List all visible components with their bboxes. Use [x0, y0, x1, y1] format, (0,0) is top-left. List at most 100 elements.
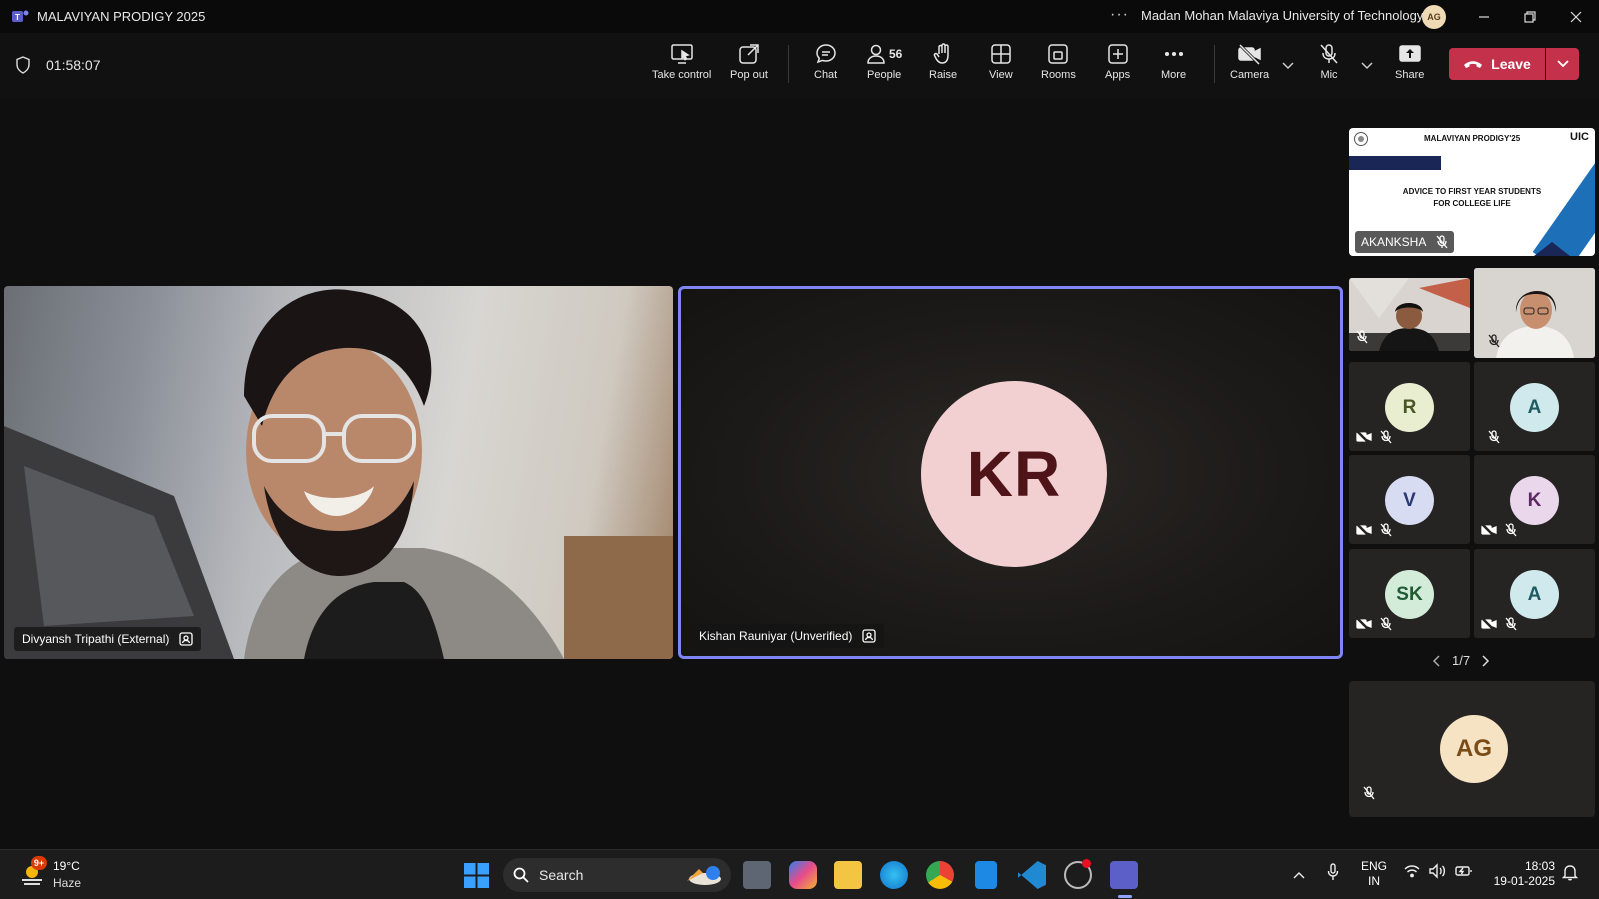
participant-name-tag: Divyansh Tripathi (External) — [14, 627, 202, 651]
take-control-icon — [670, 44, 693, 64]
mic-off-icon — [1380, 617, 1392, 631]
teams-logo-icon: T — [12, 10, 29, 22]
camera-button[interactable]: Camera — [1230, 43, 1269, 91]
camera-off-icon — [1356, 430, 1372, 444]
windows-start-icon[interactable] — [464, 863, 489, 888]
taskbar-search[interactable]: Search — [503, 858, 731, 892]
file-explorer-icon[interactable] — [834, 861, 862, 889]
participant-avatar: A — [1510, 383, 1559, 432]
shared-content-tile[interactable]: MALAVIYAN PRODIGY'25 UIC ADVICE TO FIRST… — [1349, 128, 1595, 256]
participant-tile-a[interactable]: A — [1474, 362, 1595, 451]
people-icon — [867, 44, 885, 64]
shield-icon[interactable] — [15, 56, 31, 74]
minimize-button[interactable] — [1466, 4, 1502, 30]
copilot-icon[interactable] — [789, 861, 817, 889]
take-control-button[interactable]: Take control — [652, 43, 711, 91]
people-count: 56 — [889, 47, 903, 61]
camera-off-icon — [1237, 43, 1261, 65]
mic-off-icon — [1356, 330, 1368, 344]
leave-options-button[interactable] — [1546, 48, 1579, 80]
more-button[interactable]: More — [1161, 43, 1186, 91]
mic-off-icon — [1320, 44, 1338, 64]
share-button[interactable]: Share — [1395, 43, 1424, 91]
toolbar-divider — [1214, 45, 1215, 83]
video-tile-divyansh[interactable]: Divyansh Tripathi (External) — [4, 286, 673, 659]
video-tile-participant[interactable] — [1349, 278, 1470, 351]
volume-tray-icon[interactable] — [1428, 863, 1446, 884]
notifications-button[interactable] — [1561, 863, 1579, 886]
slide-heading-line: ADVICE TO FIRST YEAR STUDENTS — [1402, 187, 1542, 196]
camera-off-icon — [1481, 523, 1497, 537]
weather-temperature: 19°C — [53, 859, 80, 873]
tile-status-icons — [1356, 617, 1392, 631]
slide-banner — [1349, 156, 1441, 170]
active-app-indicator — [1118, 895, 1132, 898]
camera-label: Camera — [1230, 69, 1270, 81]
teams-taskbar-icon[interactable] — [1110, 861, 1138, 889]
notification-bell-icon — [1561, 865, 1579, 881]
share-label: Share — [1395, 69, 1425, 81]
page-indicator: 1/7 — [1452, 653, 1471, 668]
weather-condition: Haze — [53, 876, 82, 890]
apps-button[interactable]: Apps — [1105, 43, 1130, 91]
camera-options-button[interactable] — [1282, 57, 1294, 75]
pop-out-button[interactable]: Pop out — [730, 43, 768, 91]
camera-off-icon — [1481, 617, 1497, 631]
notepad-icon[interactable] — [975, 861, 997, 889]
participant-tile-r[interactable]: R — [1349, 362, 1470, 451]
self-preview-tile[interactable]: AG — [1349, 681, 1595, 817]
rooms-label: Rooms — [1041, 69, 1076, 81]
mic-options-button[interactable] — [1361, 57, 1373, 75]
participant-name: Kishan Rauniyar (Unverified) — [699, 629, 853, 643]
system-clock[interactable]: 18:03 19-01-2025 — [1489, 859, 1555, 889]
vscode-icon[interactable] — [1018, 861, 1046, 889]
participant-tile-a2[interactable]: A — [1474, 549, 1595, 638]
show-hidden-icons-button[interactable] — [1293, 866, 1305, 884]
close-icon — [1570, 11, 1582, 23]
edge-browser-icon[interactable] — [880, 861, 908, 889]
task-view-icon[interactable] — [743, 861, 771, 889]
wifi-icon — [1404, 865, 1420, 878]
search-highlight-icon — [687, 866, 721, 885]
participant-tile-v[interactable]: V — [1349, 455, 1470, 544]
participant-name: Divyansh Tripathi (External) — [22, 632, 170, 646]
leave-button[interactable]: Leave — [1449, 48, 1545, 80]
meeting-title: MALAVIYAN PRODIGY 2025 — [37, 9, 206, 24]
windows-taskbar: 9+ 19°C Haze Search ENG IN 18:03 19-01-2… — [0, 849, 1599, 899]
self-mic-status — [1363, 786, 1375, 805]
organization-name: Madan Mohan Malaviya University of Techn… — [1141, 8, 1424, 23]
chat-button[interactable]: Chat — [814, 43, 837, 91]
people-button[interactable]: 56 People — [866, 43, 902, 91]
chevron-left-icon[interactable] — [1432, 654, 1440, 667]
view-label: View — [989, 69, 1013, 81]
notification-badge: 9+ — [31, 856, 47, 870]
video-tile-participant[interactable] — [1474, 268, 1595, 358]
mic-button[interactable]: Mic — [1318, 43, 1340, 91]
account-avatar[interactable]: AG — [1422, 5, 1446, 29]
restore-button[interactable] — [1512, 4, 1548, 30]
view-button[interactable]: View — [989, 43, 1013, 91]
university-logo-icon — [1354, 132, 1368, 146]
clock-time: 18:03 — [1524, 859, 1555, 873]
more-options-icon[interactable]: ··· — [1110, 6, 1129, 24]
view-grid-icon — [991, 44, 1011, 64]
chat-label: Chat — [814, 69, 838, 81]
language-code: ENG — [1361, 859, 1388, 873]
raise-hand-button[interactable]: Raise — [929, 43, 957, 91]
participant-tile-k[interactable]: K — [1474, 455, 1595, 544]
video-tile-kishan[interactable]: KR Kishan Rauniyar (Unverified) — [678, 286, 1343, 659]
battery-tray-icon[interactable] — [1455, 863, 1473, 884]
more-label: More — [1161, 69, 1187, 81]
participant-tile-sk[interactable]: SK — [1349, 549, 1470, 638]
close-button[interactable] — [1558, 4, 1594, 30]
microphone-tray-icon[interactable] — [1327, 863, 1339, 886]
camera-off-icon — [1356, 617, 1372, 631]
wifi-tray-icon[interactable] — [1404, 863, 1420, 884]
meeting-timer: 01:58:07 — [46, 57, 101, 73]
chrome-browser-icon[interactable] — [926, 861, 954, 889]
chevron-right-icon[interactable] — [1482, 654, 1490, 667]
recording-indicator-icon — [1082, 859, 1091, 868]
input-language[interactable]: ENG IN — [1361, 859, 1387, 889]
hang-up-icon — [1464, 61, 1483, 68]
rooms-button[interactable]: Rooms — [1041, 43, 1076, 91]
